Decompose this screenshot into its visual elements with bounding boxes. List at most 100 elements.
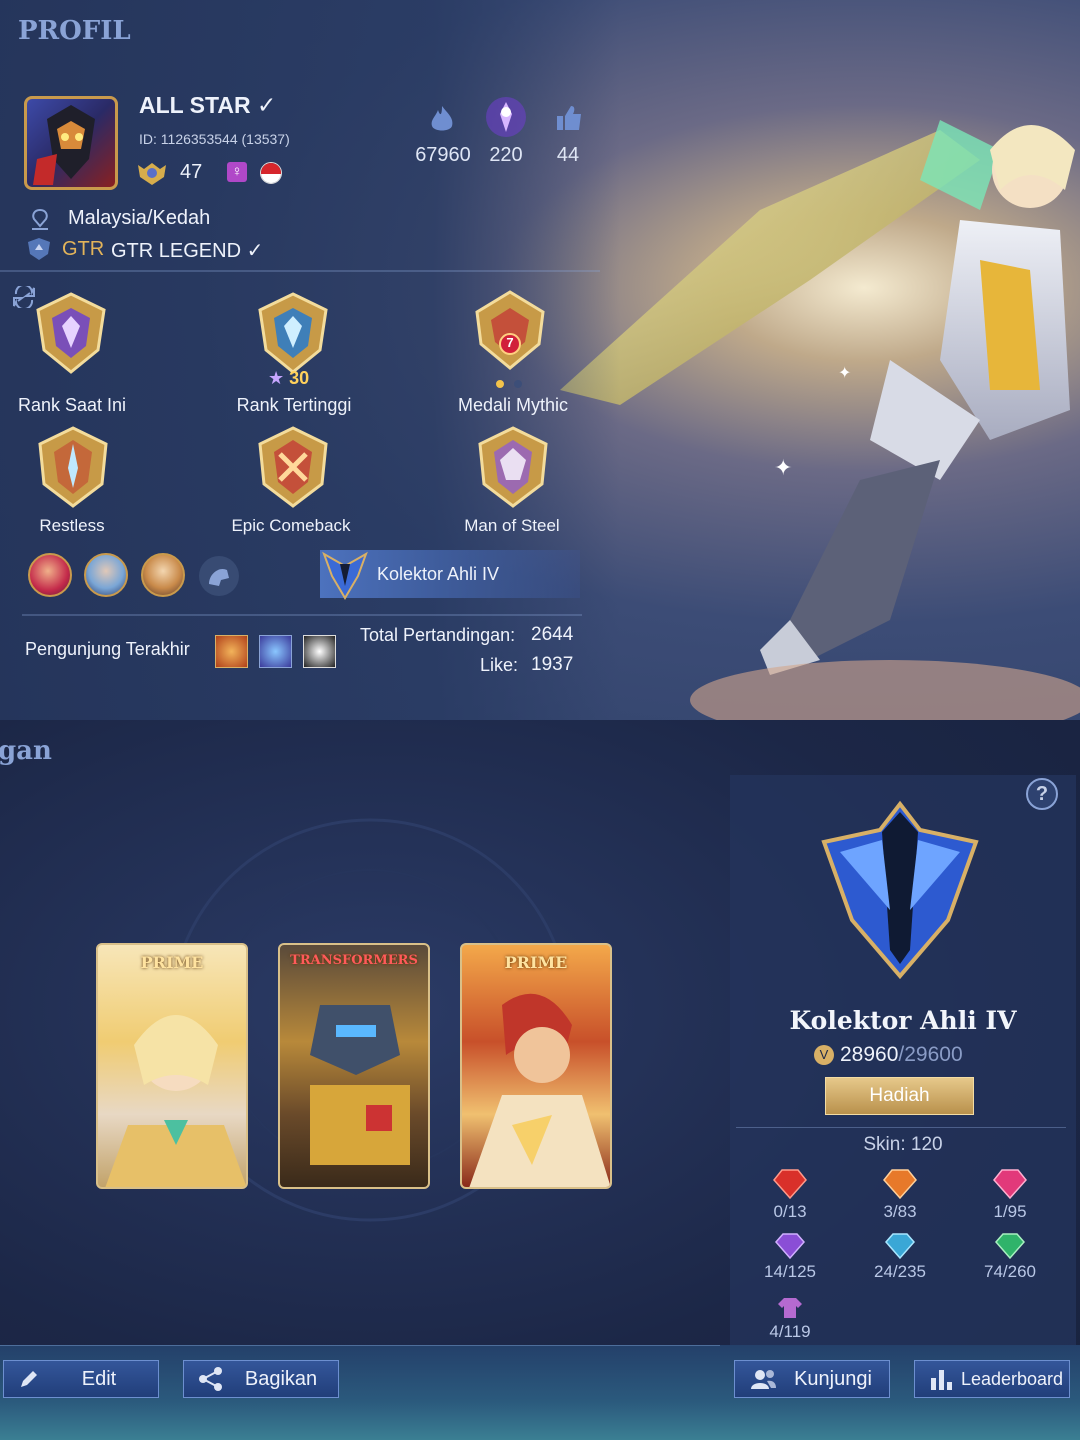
visit-button-label: Kunjungi (794, 1367, 872, 1390)
gem-count-purple[interactable]: 14/125 (745, 1232, 835, 1282)
gem-count-green[interactable]: 74/260 (965, 1232, 1055, 1282)
favorite-hero-avatar[interactable] (141, 553, 185, 597)
reward-button[interactable]: Hadiah (825, 1077, 974, 1115)
skin-card[interactable]: PRIME (460, 943, 612, 1189)
gem-count-red[interactable]: 0/13 (745, 1168, 835, 1222)
skin-card[interactable]: PRIME (96, 943, 248, 1189)
skin-art (105, 1015, 246, 1187)
level-wings-icon (138, 163, 166, 185)
collector-title: Kolektor Ahli IV (377, 564, 500, 584)
skin-art (469, 993, 610, 1187)
sparkle-icon: ✦ (774, 455, 793, 480)
visitor-avatar[interactable] (303, 635, 336, 668)
like-thumb-icon (557, 106, 581, 130)
gem-count-pink[interactable]: 1/95 (965, 1168, 1055, 1222)
highest-rank-emblem-icon (258, 292, 328, 374)
id-label: ID: (139, 131, 157, 147)
divider (22, 614, 582, 616)
leaderboard-bars-icon (931, 1370, 952, 1390)
id-value: 1126353544 (13537) (160, 131, 290, 147)
section-title-partial: gan (0, 736, 52, 766)
edit-button[interactable]: Edit (3, 1360, 159, 1398)
help-icon[interactable]: ? (1026, 778, 1058, 810)
charisma-value: 220 (489, 144, 523, 166)
pet-avatar[interactable] (199, 556, 239, 596)
visitor-avatar[interactable] (215, 635, 248, 668)
likes-value: 44 (556, 144, 580, 166)
medal-epic-comeback[interactable] (250, 424, 336, 515)
player-level: 47 (180, 161, 203, 183)
popularity-flame-icon (431, 106, 453, 131)
avatar-hero-icon (33, 105, 95, 185)
gem-count-orange[interactable]: 3/83 (855, 1168, 945, 1222)
rank-stars-count: 30 (289, 368, 310, 388)
restless-medal-icon (38, 426, 108, 508)
page-dot-active (496, 380, 504, 388)
sparkle-icon: ✦ (838, 365, 852, 382)
blue-gem-icon (885, 1233, 915, 1260)
share-button[interactable]: Bagikan (183, 1360, 339, 1398)
like-label: Like: (480, 655, 519, 675)
divider (0, 270, 600, 272)
medal-current-rank[interactable] (28, 290, 114, 381)
leaderboard-button[interactable]: Leaderboard (914, 1360, 1070, 1398)
visit-button[interactable]: Kunjungi (734, 1360, 890, 1398)
charisma-icon (486, 97, 526, 137)
skin-art (310, 1005, 410, 1165)
profile-screen: PROFIL ALL STAR ✓ ID: 1126353544 (13537)… (0, 0, 1080, 720)
location-text: Malaysia/Kedah (68, 207, 211, 229)
mythic-level-badge: 7 (506, 335, 514, 350)
medal-label: Man of Steel (464, 516, 560, 535)
collector-rank-title: Kolektor Ahli IV (789, 1006, 1017, 1035)
leaderboard-button-label: Leaderboard (960, 1368, 1064, 1389)
gem-count-value: 1/95 (993, 1202, 1027, 1221)
medal-restless[interactable] (30, 424, 116, 515)
mythic-medal-icon (475, 290, 545, 370)
skin-tag: TRANSFORMERS (290, 953, 418, 968)
gender-female-icon: ♀ (227, 162, 247, 182)
purple-gem-icon (775, 1233, 805, 1260)
pet-icon (209, 568, 229, 586)
gem-count-value: 14/125 (764, 1262, 816, 1281)
pink-gem-icon (993, 1169, 1027, 1200)
squad-tag: GTR (62, 238, 105, 260)
gem-count-value: 3/83 (883, 1202, 917, 1221)
outfit-shirt-icon (778, 1298, 802, 1318)
divider (736, 1127, 1066, 1128)
current-rank-emblem-icon (36, 292, 106, 374)
skin-tag: PRIME (504, 953, 568, 972)
medal-mythic[interactable]: 7 (467, 288, 553, 379)
squad-name[interactable]: GTR LEGEND ✓ (111, 238, 263, 263)
star-icon: ★ (268, 368, 285, 388)
player-name: ALL STAR ✓ (139, 92, 277, 118)
pencil-icon (21, 1371, 37, 1387)
gem-count-value: 74/260 (984, 1262, 1036, 1281)
popularity-value: 67960 (415, 144, 471, 166)
avatar[interactable] (24, 96, 118, 190)
red-gem-icon (773, 1169, 807, 1200)
gem-count-value: 0/13 (773, 1202, 807, 1221)
collector-emblem-icon (322, 551, 368, 600)
gem-count-outfit[interactable]: 4/119 (745, 1296, 835, 1342)
points-total: /29600 (898, 1043, 963, 1066)
gem-count-value: 4/119 (769, 1322, 811, 1341)
points-current: 28960 (840, 1043, 899, 1066)
favorite-hero-avatar[interactable] (84, 553, 128, 597)
divider (0, 1345, 720, 1346)
medal-man-of-steel[interactable] (470, 424, 556, 515)
location-pin-icon (32, 208, 48, 230)
skin-card[interactable]: TRANSFORMERS (278, 943, 430, 1189)
friends-icon (751, 1370, 776, 1389)
green-gem-icon (995, 1233, 1025, 1260)
medal-label: Rank Tertinggi (236, 395, 352, 415)
gem-count-blue[interactable]: 24/235 (855, 1232, 945, 1282)
collector-banner[interactable]: Kolektor Ahli IV (320, 550, 580, 600)
skin-tag: PRIME (140, 953, 204, 972)
favorite-hero-avatar[interactable] (28, 553, 72, 597)
skin-count: Skin: 120 (863, 1134, 943, 1155)
orange-gem-icon (883, 1169, 917, 1200)
medal-label: Epic Comeback (231, 516, 351, 535)
gem-count-value: 24/235 (874, 1262, 926, 1281)
total-matches-value: 2644 (531, 624, 574, 645)
visitor-avatar[interactable] (259, 635, 292, 668)
